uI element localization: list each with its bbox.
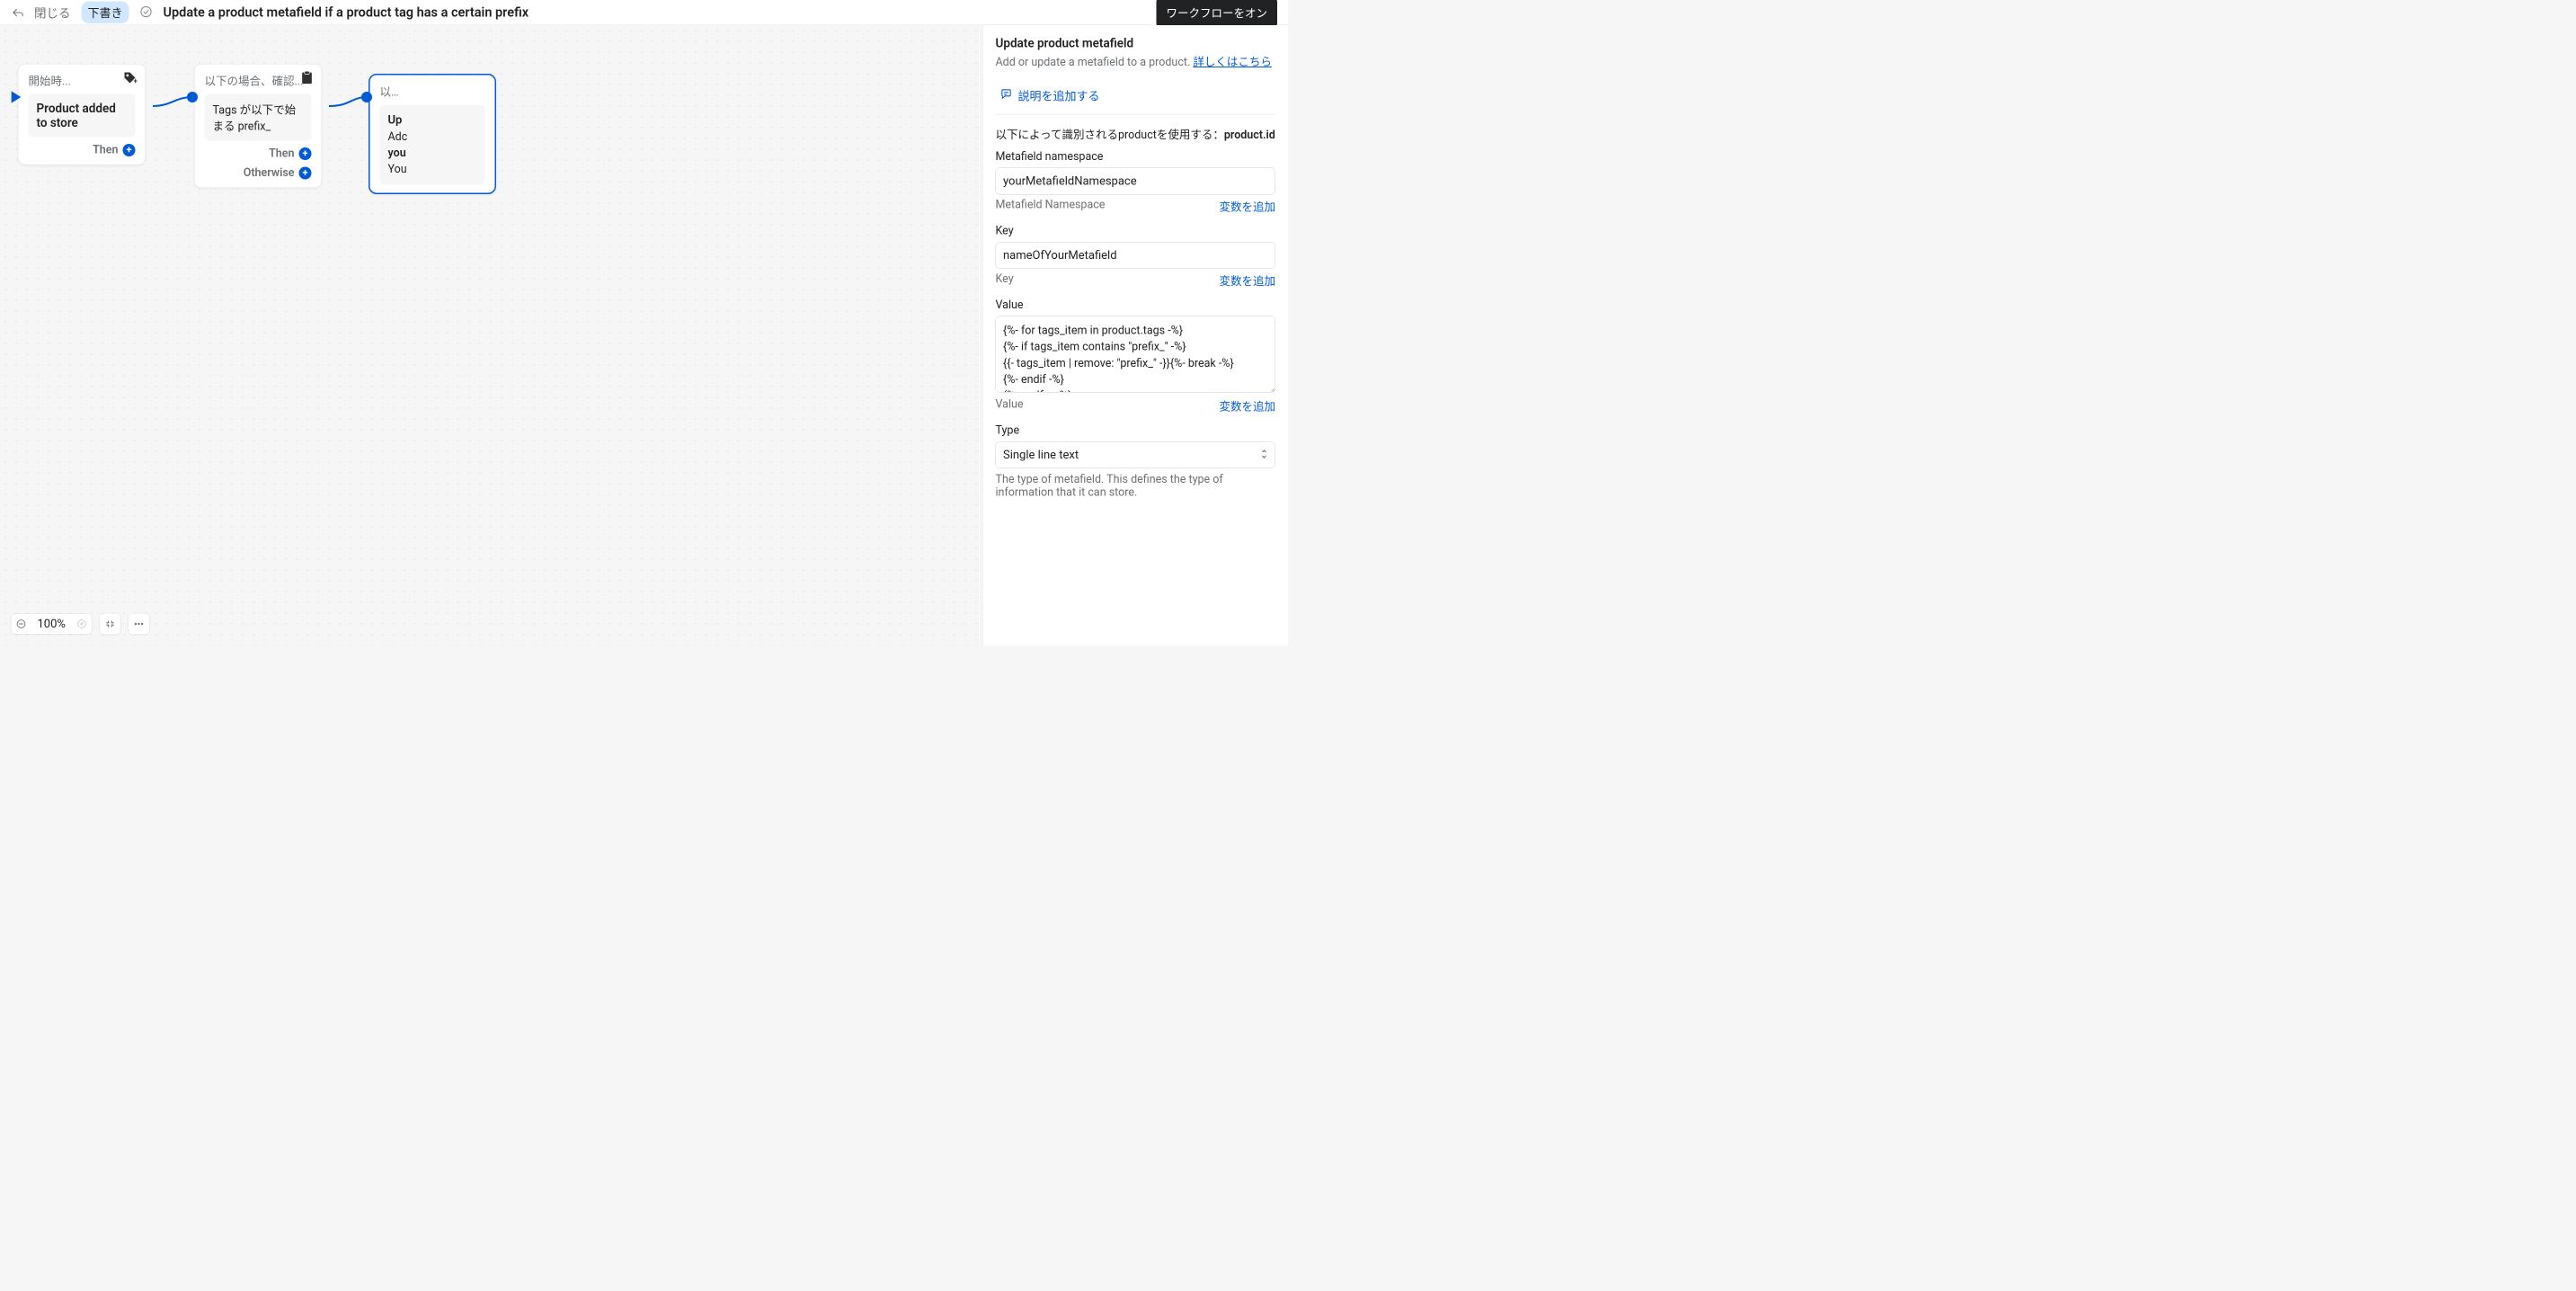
namespace-input[interactable]	[996, 168, 1276, 195]
close-link[interactable]: 閉じる	[34, 4, 71, 22]
namespace-helper: Metafield Namespace	[996, 199, 1106, 215]
zoom-level: 100%	[31, 618, 72, 631]
top-bar: 閉じる 下書き Update a product metafield if a …	[0, 0, 1288, 25]
action-node[interactable]: 以… Up Adc you You	[369, 74, 496, 194]
add-step-button[interactable]: +	[123, 144, 136, 156]
workflow-on-button[interactable]: ワークフローをオン	[1156, 0, 1277, 27]
otherwise-label: Otherwise	[244, 166, 295, 180]
then-label: Then	[269, 147, 294, 161]
add-otherwise-button[interactable]: +	[299, 166, 312, 179]
panel-title: Update product metafield	[996, 36, 1276, 50]
description-icon	[1000, 88, 1013, 104]
trigger-node-body: Product added to store	[29, 94, 136, 138]
key-label: Key	[996, 225, 1276, 238]
back-button[interactable]	[11, 5, 25, 20]
then-label: Then	[93, 144, 118, 157]
panel-subtitle: Add or update a metafield to a product. …	[996, 53, 1276, 69]
check-icon	[140, 5, 153, 20]
add-description-label: 説明を追加する	[1018, 87, 1100, 104]
namespace-label: Metafield namespace	[996, 150, 1276, 164]
namespace-add-var-link[interactable]: 変数を追加	[1219, 199, 1275, 215]
condition-node-body: Tags が以下で始まる prefix_	[205, 94, 312, 141]
zoom-in-button[interactable]	[72, 614, 92, 634]
draft-badge: 下書き	[82, 2, 129, 24]
svg-text:+: +	[134, 77, 138, 85]
action-node-body: Up Adc you You	[380, 105, 485, 185]
action-node-header: 以…	[380, 84, 399, 100]
condition-node-header: 以下の場合、確認...	[205, 73, 304, 89]
trigger-node-header: 開始時...	[29, 73, 71, 89]
workflow-title: Update a product metafield if a product …	[164, 4, 1146, 20]
value-label: Value	[996, 298, 1276, 312]
zoom-toolbar: 100%	[11, 613, 149, 635]
value-textarea[interactable]	[996, 316, 1276, 393]
key-input[interactable]	[996, 242, 1276, 269]
key-helper: Key	[996, 272, 1014, 289]
fit-view-button[interactable]	[99, 613, 120, 635]
add-description-button[interactable]: 説明を追加する	[996, 80, 1276, 115]
type-select[interactable]: Single line text	[996, 441, 1276, 468]
more-menu-button[interactable]	[128, 613, 149, 635]
tag-add-icon: +	[123, 71, 138, 87]
action-marker-icon	[361, 92, 372, 104]
trigger-node[interactable]: 開始時... + Product added to store Then +	[18, 64, 146, 165]
back-arrow-icon	[13, 6, 24, 18]
identify-line: 以下によって識別されるproductを使用する：product.id	[996, 126, 1276, 142]
clipboard-icon	[301, 71, 314, 87]
start-marker-icon	[10, 90, 22, 106]
condition-node[interactable]: 以下の場合、確認... Tags が以下で始まる prefix_ Then + …	[194, 64, 322, 188]
key-add-var-link[interactable]: 変数を追加	[1219, 272, 1275, 289]
minus-icon	[16, 619, 26, 629]
type-helper: The type of metafield. This defines the …	[996, 473, 1276, 499]
details-panel: Update product metafield Add or update a…	[982, 25, 1288, 646]
collapse-icon	[104, 619, 115, 629]
value-add-var-link[interactable]: 変数を追加	[1219, 398, 1275, 414]
condition-marker-icon	[187, 92, 198, 104]
type-label: Type	[996, 424, 1276, 438]
zoom-out-button[interactable]	[12, 614, 31, 634]
add-then-button[interactable]: +	[299, 147, 312, 160]
dots-icon	[133, 619, 144, 629]
learn-more-link[interactable]: 詳しくはこちら	[1193, 56, 1272, 69]
plus-icon	[76, 619, 86, 629]
value-helper: Value	[996, 398, 1024, 414]
